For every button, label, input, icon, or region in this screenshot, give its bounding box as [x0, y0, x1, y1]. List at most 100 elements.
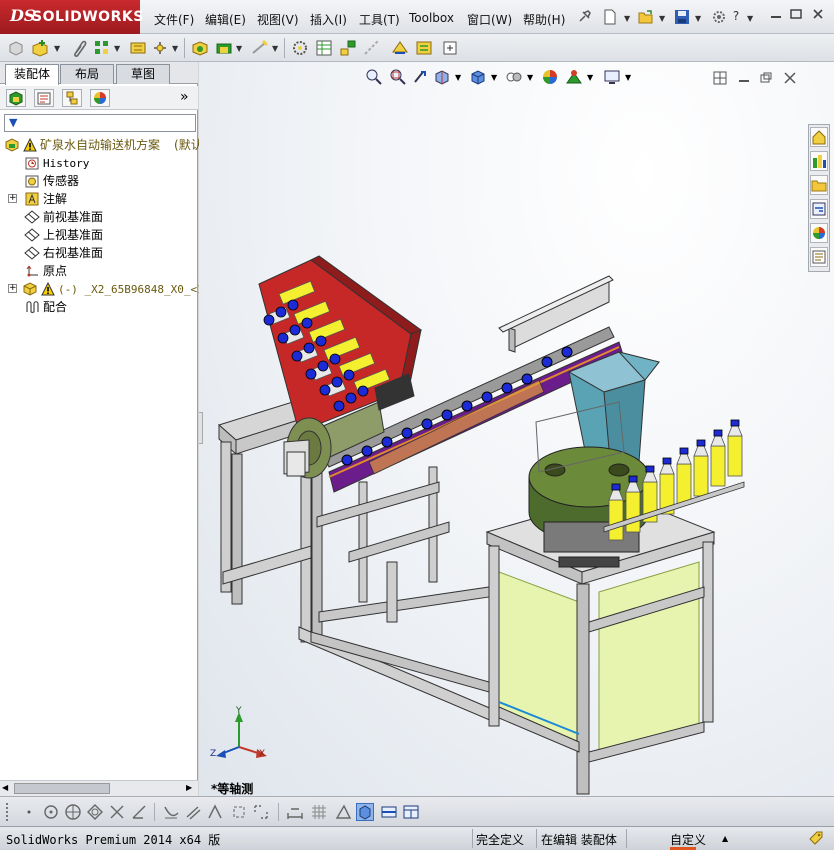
explode-line-sketch-icon[interactable] [362, 38, 382, 58]
tree-item-sensors[interactable]: 传感器 [24, 172, 79, 190]
tree-item-origin[interactable]: 原点 [24, 262, 67, 280]
tag-icon[interactable] [808, 830, 824, 849]
dimension-icon[interactable] [286, 803, 304, 821]
component-icon[interactable] [6, 38, 26, 58]
assembly-model[interactable]: Y X Z [199, 62, 834, 796]
3d-view-icon[interactable] [356, 803, 374, 821]
scroll-left-icon[interactable]: ◀ [2, 783, 8, 792]
mate-paperclip-icon[interactable] [68, 38, 88, 58]
circle-center-icon[interactable] [64, 803, 82, 821]
tree-item-history[interactable]: History [24, 154, 89, 172]
feature-manager-icon[interactable] [6, 89, 26, 107]
help-icon[interactable]: ? [728, 8, 744, 24]
new-document-icon[interactable] [601, 8, 619, 26]
point-icon[interactable] [20, 803, 38, 821]
tab-sketch[interactable]: 草图 [116, 64, 170, 84]
tree-item-top-plane[interactable]: 上视基准面 [24, 226, 103, 244]
clearance-verification-icon[interactable] [414, 38, 434, 58]
pin-icon[interactable] [575, 8, 593, 26]
tangent-icon[interactable] [130, 803, 148, 821]
new-dropdown-icon[interactable]: ▼ [624, 14, 630, 23]
tree-item-label: 右视基准面 [43, 246, 104, 260]
units-dropdown-icon[interactable]: ▲ [722, 834, 728, 843]
close-icon[interactable] [810, 8, 826, 24]
options-gear-icon[interactable] [710, 8, 728, 26]
pane-horizontal-scrollbar[interactable]: ◀ ▶ [0, 780, 198, 796]
status-bar: SolidWorks Premium 2014 x64 版 完全定义 在编辑 装… [0, 826, 834, 850]
assembly-icon [4, 138, 20, 152]
tree-item-annotations[interactable]: 注解 [24, 190, 67, 208]
instant3d-icon[interactable] [440, 38, 460, 58]
menu-file[interactable]: 文件(F) [154, 11, 194, 28]
plane-icon [24, 246, 40, 260]
interference-detection-icon[interactable] [390, 38, 410, 58]
move-dropdown-icon[interactable]: ▼ [172, 44, 178, 53]
parallel-icon[interactable] [184, 803, 202, 821]
intersection-icon[interactable] [108, 803, 126, 821]
insert-component-icon[interactable] [30, 38, 50, 58]
menu-tools[interactable]: 工具(T) [359, 11, 400, 28]
open-dropdown-icon[interactable]: ▼ [659, 14, 665, 23]
bill-of-materials-icon[interactable] [314, 38, 334, 58]
logo-text: SOLIDWORKS [32, 9, 144, 25]
part-expand-icon[interactable]: + [8, 284, 17, 293]
normal-to-icon[interactable] [380, 803, 398, 821]
smart-fasteners-icon[interactable] [128, 38, 148, 58]
menu-toolbox[interactable]: Toolbox [409, 11, 454, 25]
tree-item-label: 原点 [43, 264, 68, 278]
tab-layout[interactable]: 布局 [60, 64, 114, 84]
angle-icon[interactable] [334, 803, 352, 821]
move-component-icon[interactable] [150, 38, 170, 58]
help-dropdown-icon[interactable]: ▼ [747, 14, 753, 23]
exploded-view-icon[interactable] [338, 38, 358, 58]
assembly-features-icon[interactable] [214, 38, 234, 58]
grid-icon[interactable] [310, 803, 328, 821]
table-view-icon[interactable] [402, 803, 420, 821]
tree-item-mates[interactable]: 配合 [24, 298, 67, 316]
property-manager-icon[interactable] [34, 89, 54, 107]
insert-dropdown-icon[interactable]: ▼ [54, 44, 60, 53]
diamond-icon[interactable] [86, 803, 104, 821]
save-dropdown-icon[interactable]: ▼ [695, 14, 701, 23]
feature-manager-pane: 装配体 布局 草图 » ▼ 矿泉水自动输送机方案 (默认 History 传感器 … [0, 62, 210, 796]
scroll-thumb[interactable] [14, 783, 110, 794]
save-icon[interactable] [673, 8, 691, 26]
linear-pattern-icon[interactable] [92, 38, 112, 58]
circle-icon[interactable] [42, 803, 60, 821]
reference-dropdown-icon[interactable]: ▼ [272, 44, 278, 53]
snap-icon[interactable] [252, 803, 270, 821]
menu-view[interactable]: 视图(V) [257, 11, 299, 28]
scroll-right-icon[interactable]: ▶ [186, 783, 192, 792]
menu-insert[interactable]: 插入(I) [310, 11, 347, 28]
editing-status: 在编辑 装配体 [541, 833, 617, 847]
tree-item-part[interactable]: (-) _X2_65B96848_X0_<1> [22, 280, 210, 298]
menu-window[interactable]: 窗口(W) [467, 11, 512, 28]
new-motion-study-icon[interactable] [290, 38, 310, 58]
tree-item-right-plane[interactable]: 右视基准面 [24, 244, 103, 262]
perpendicular-icon[interactable] [162, 803, 180, 821]
show-hidden-icon[interactable] [190, 38, 210, 58]
tree-item-front-plane[interactable]: 前视基准面 [24, 208, 103, 226]
expand-pane-icon[interactable]: » [180, 89, 189, 105]
horizontal-vertical-icon[interactable] [206, 803, 224, 821]
tree-item-label: 注解 [43, 192, 68, 206]
features-dropdown-icon[interactable]: ▼ [236, 44, 242, 53]
units-selector[interactable]: 自定义 [670, 831, 706, 848]
pattern-dropdown-icon[interactable]: ▼ [114, 44, 120, 53]
filter-icon[interactable]: ▼ [9, 116, 17, 129]
filter-field[interactable]: ▼ [4, 114, 196, 132]
graphics-area[interactable]: ▼ ▼ ▼ ▼ ▼ Y X Z *等轴测 [199, 62, 834, 796]
tab-assembly[interactable]: 装配体 [5, 64, 59, 85]
configuration-manager-icon[interactable] [62, 89, 82, 107]
annotations-expand-icon[interactable]: + [8, 194, 17, 203]
reference-geometry-icon[interactable] [250, 38, 270, 58]
minimize-icon[interactable] [768, 8, 784, 24]
display-manager-icon[interactable] [90, 89, 110, 107]
quadrant-icon[interactable] [230, 803, 248, 821]
solidworks-logo[interactable]: DS SOLIDWORKS [0, 0, 143, 34]
restore-icon[interactable] [788, 8, 804, 24]
menu-edit[interactable]: 编辑(E) [205, 11, 246, 28]
open-folder-icon[interactable] [637, 8, 655, 26]
tree-root-assembly[interactable]: 矿泉水自动输送机方案 (默认 [4, 136, 203, 154]
menu-help[interactable]: 帮助(H) [523, 11, 565, 28]
